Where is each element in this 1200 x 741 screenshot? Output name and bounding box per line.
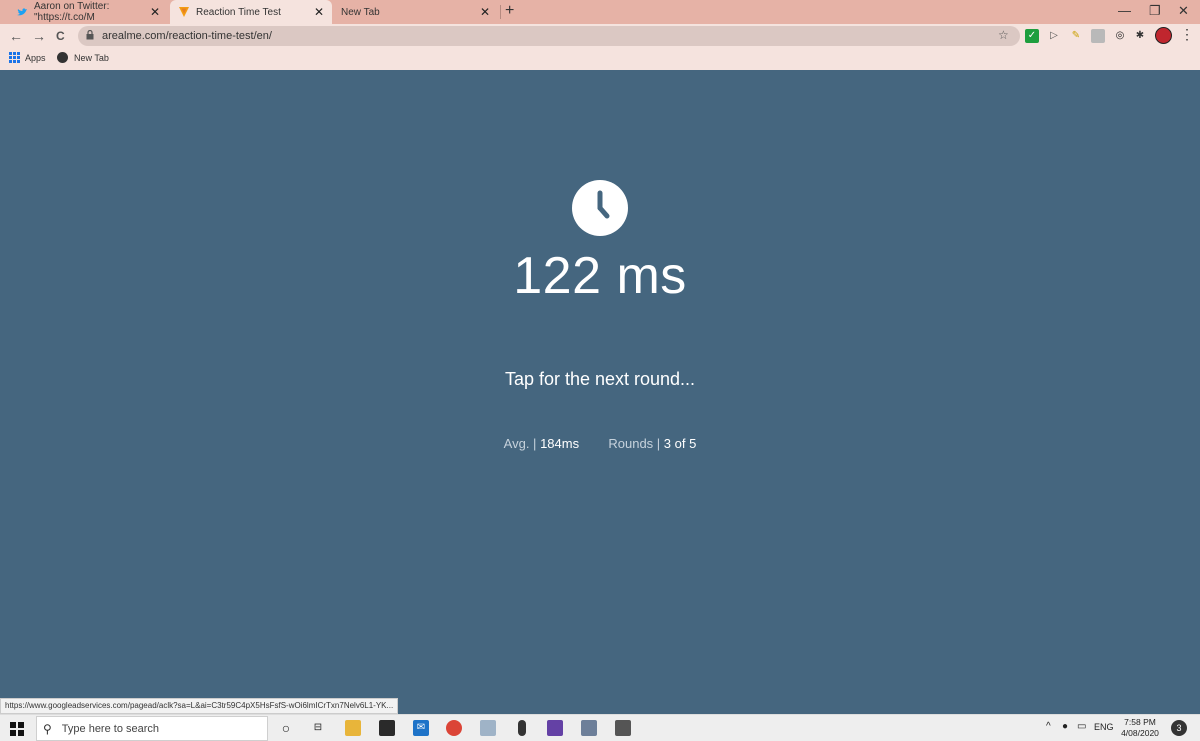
extensions-puzzle-icon[interactable]: ✱ [1133,29,1147,43]
bookmark-star-icon[interactable]: ☆ [998,28,1009,42]
close-window-button[interactable]: ✕ [1178,3,1189,19]
bookmarks-bar: Apps New Tab [0,48,1200,70]
back-button[interactable]: ← [9,28,23,44]
bookmark-new-tab[interactable]: New Tab [57,52,109,63]
tab-strip: Aaron on Twitter: "https://t.co/M ✕ Reac… [0,0,1200,24]
bookmark-label: Apps [25,52,46,63]
clock-time: 7:58 PM [1124,717,1156,727]
mail-icon[interactable]: ✉ [413,720,429,736]
link-status-bar: https://www.googleadservices.com/pagead/… [0,698,399,714]
next-round-prompt: Tap for the next round... [504,369,696,389]
bookmark-label: New Tab [74,52,109,63]
tab-close-icon[interactable]: ✕ [480,5,490,19]
windows-start-icon[interactable] [10,722,24,736]
twitter-icon [16,6,28,18]
minimize-button[interactable]: — [1118,3,1131,18]
rounds-value: 3 of 5 [663,436,697,451]
browser-menu-icon[interactable]: ⋮ [1180,26,1194,43]
photos-icon[interactable] [480,720,496,736]
clock-date: 4/08/2020 [1121,728,1159,738]
taskbar-search[interactable]: ⚲ Type here to search [36,716,268,741]
app-icon[interactable] [518,720,526,736]
twitch-icon[interactable] [547,720,563,736]
browser-toolbar: ← → C arealme.com/reaction-time-test/en/… [0,24,1200,48]
arealme-icon [178,6,190,18]
profile-avatar[interactable] [1155,27,1172,44]
tray-overflow-icon[interactable]: ^ [1046,721,1051,732]
tab-close-icon[interactable]: ✕ [314,5,324,19]
tab-title: Aaron on Twitter: "https://t.co/M [34,1,110,23]
taskbar: ⚲ Type here to search ○ ⊟ ✉ ^ ● ▭ ENG 7:… [0,714,1200,741]
clock-icon [572,180,628,236]
notifications-icon[interactable]: 3 [1171,720,1187,736]
file-explorer-icon[interactable] [345,720,361,736]
language-indicator[interactable]: ENG [1094,722,1114,732]
cortana-icon[interactable]: ○ [278,720,294,736]
tab-new-tab[interactable]: New Tab ✕ [333,0,498,24]
apps-grid-icon [9,52,20,63]
extension-circle-icon[interactable]: ◎ [1113,29,1127,43]
tab-close-icon[interactable]: ✕ [150,5,160,19]
avg-label: Avg. | [503,436,537,451]
reaction-time-result: 122 ms [513,247,687,305]
extension-pencil-icon[interactable]: ✎ [1069,29,1083,43]
new-tab-button[interactable]: + [505,2,514,20]
stats-row: Avg. | 184ms Rounds | 3 of 5 [0,436,1200,451]
chrome-icon[interactable] [446,720,462,736]
tab-reaction-time-test[interactable]: Reaction Time Test ✕ [170,0,332,24]
address-bar[interactable]: arealme.com/reaction-time-test/en/ [78,26,1020,46]
lock-icon [86,29,94,42]
taskbar-clock[interactable]: 7:58 PM 4/08/2020 [1112,717,1168,739]
tab-title: Reaction Time Test [196,6,281,18]
bookmark-apps[interactable]: Apps [9,52,46,63]
rounds-label: Rounds | [608,436,661,451]
globe-icon [57,52,68,63]
task-view-icon[interactable]: ⊟ [310,720,326,736]
extension-arrow-icon[interactable]: ▷ [1047,29,1061,43]
reaction-test-area[interactable]: 122 ms Tap for the next round... Avg. | … [0,70,1200,714]
tab-title: New Tab [341,6,380,18]
restore-button[interactable]: ❐ [1149,3,1161,19]
forward-button[interactable]: → [32,28,46,44]
app-window-icon[interactable] [615,720,631,736]
store-icon[interactable] [379,720,395,736]
avg-value: 184ms [540,436,580,451]
reload-button[interactable]: C [56,29,65,43]
tab-twitter[interactable]: Aaron on Twitter: "https://t.co/M ✕ [8,0,168,24]
search-placeholder: Type here to search [61,722,160,735]
search-icon: ⚲ [43,721,52,736]
microphone-icon[interactable]: ● [1062,721,1068,732]
extension-check-icon[interactable]: ✓ [1025,29,1039,43]
network-icon[interactable]: ▭ [1077,721,1086,732]
discord-icon[interactable] [581,720,597,736]
extension-gray-icon[interactable] [1091,29,1105,43]
url-text: arealme.com/reaction-time-test/en/ [102,30,272,42]
tab-separator [500,5,501,19]
